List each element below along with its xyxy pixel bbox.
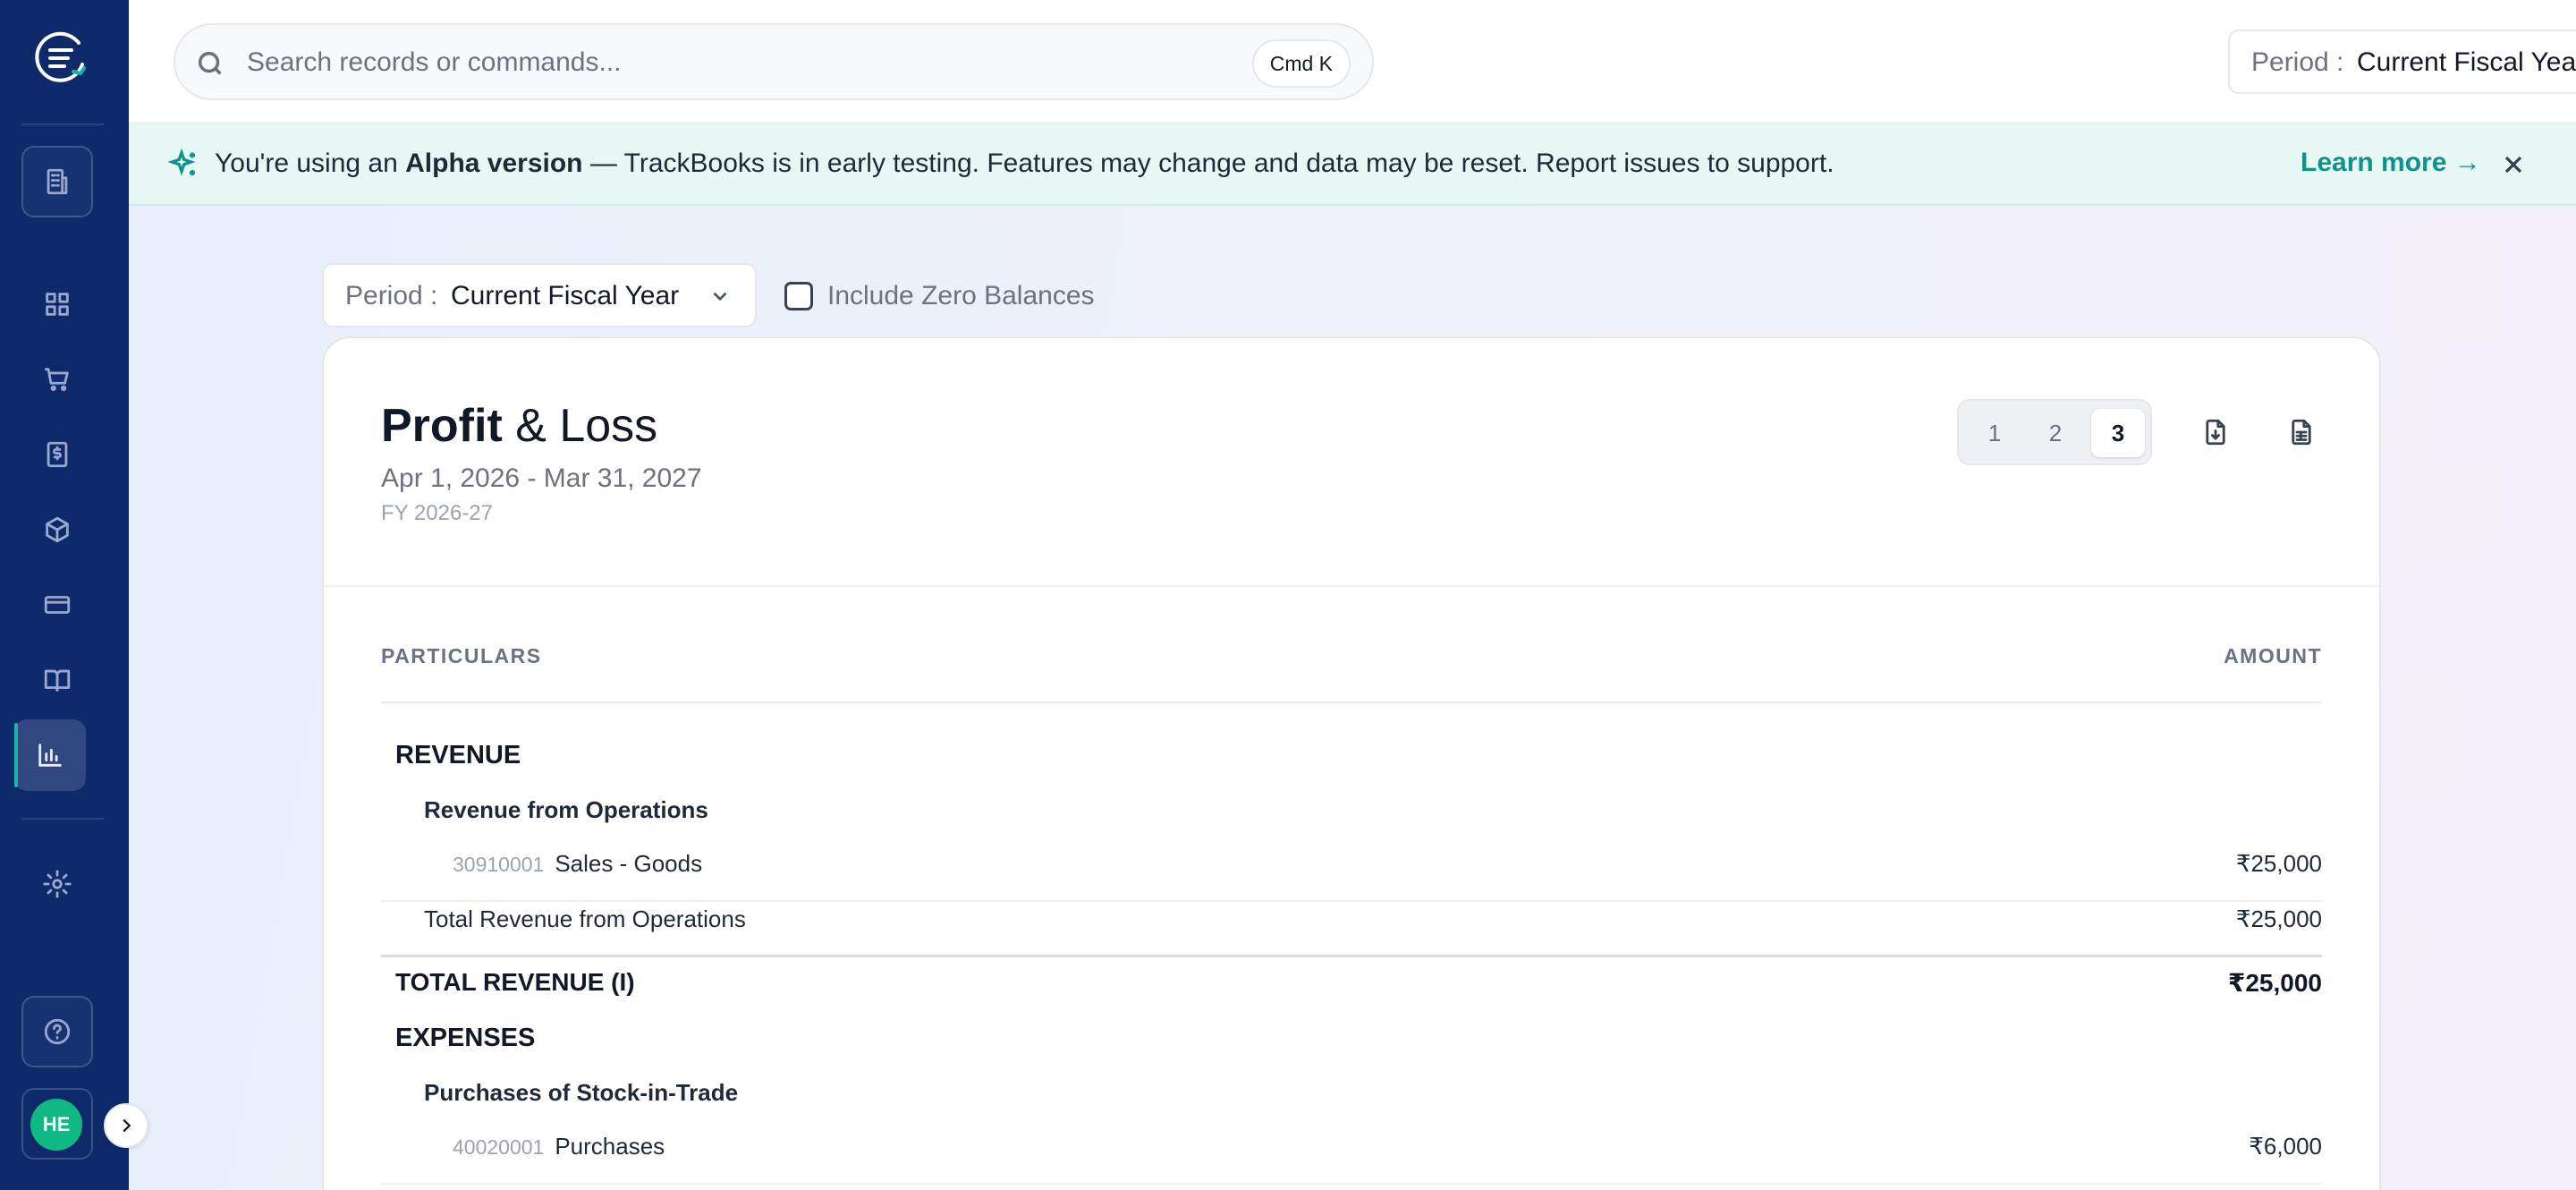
level-2-option[interactable]: 2 — [2029, 409, 2082, 457]
search-icon — [198, 51, 222, 75]
account-name: Sales - Goods — [555, 850, 703, 877]
sidebar-item-payments[interactable] — [21, 569, 93, 641]
company-switcher-button[interactable] — [21, 146, 93, 217]
box-icon — [46, 516, 69, 543]
banner-message: You're using an Alpha version — TrackBoo… — [215, 149, 1835, 178]
alpha-banner: You're using an Alpha version — TrackBoo… — [129, 123, 2576, 206]
report-date-range: Apr 1, 2026 - Mar 31, 2027 — [381, 463, 702, 493]
subtotal-label: Total Revenue from Operations — [424, 905, 746, 932]
chevron-down-icon — [713, 292, 727, 302]
subtotal-amount: ₹25,000 — [2235, 905, 2322, 932]
sidebar-item-ledger[interactable] — [21, 644, 93, 716]
sidebar-item-invoices[interactable] — [21, 419, 93, 490]
table-row[interactable]: 40020001 Purchases ₹6,000 — [381, 1133, 2322, 1185]
account-amount: ₹6,000 — [2249, 1133, 2322, 1160]
table-row[interactable]: 30910001 Sales - Goods ₹25,000 — [381, 850, 2322, 902]
sidebar-item-sales[interactable] — [21, 344, 93, 415]
sidebar-item-reports[interactable] — [14, 719, 86, 791]
cart-icon — [44, 368, 69, 392]
section-header-revenue: REVENUE — [395, 741, 521, 769]
expand-sidebar-button[interactable] — [104, 1103, 148, 1148]
period-select-global[interactable]: Period : Current Fiscal Year — [2228, 30, 2576, 94]
total-row: TOTAL REVENUE (I) ₹25,000 — [381, 968, 2322, 1004]
account-code: 30910001 — [453, 853, 545, 876]
sidebar-item-dashboard[interactable] — [21, 268, 93, 340]
command-shortcut-badge[interactable]: Cmd K — [1251, 39, 1351, 88]
group-header-revenue-operations: Revenue from Operations — [424, 796, 708, 823]
help-button[interactable] — [21, 996, 93, 1067]
sparkles-icon — [168, 149, 196, 176]
sidebar-divider — [21, 123, 104, 125]
sidebar-item-inventory[interactable] — [21, 494, 93, 565]
section-header-expenses: EXPENSES — [395, 1024, 536, 1052]
bar-chart-icon — [38, 744, 62, 767]
detail-level-selector: 1 2 3 — [1957, 399, 2152, 465]
gear-icon — [43, 870, 72, 898]
period-value: Current Fiscal Year — [2357, 47, 2576, 77]
fiscal-year-label: FY 2026-27 — [381, 501, 493, 525]
export-spreadsheet-button[interactable] — [2275, 406, 2327, 458]
file-download-icon — [2206, 419, 2225, 446]
export-pdf-button[interactable] — [2190, 406, 2241, 458]
total-label: TOTAL REVENUE (I) — [395, 968, 635, 996]
chevron-right-icon — [123, 1118, 131, 1133]
search-input[interactable]: Search records or commands... Cmd K — [174, 23, 1374, 100]
zero-balances-label: Include Zero Balances — [827, 281, 1095, 310]
column-header-particulars: PARTICULARS — [381, 644, 542, 667]
total-amount: ₹25,000 — [2227, 969, 2322, 997]
topbar: Search records or commands... Cmd K Peri… — [129, 0, 2576, 123]
sidebar-item-settings[interactable] — [21, 848, 93, 920]
table-header: PARTICULARS AMOUNT — [381, 644, 2322, 703]
search-placeholder: Search records or commands... — [247, 47, 622, 77]
learn-more-link[interactable]: Learn more → — [2301, 148, 2481, 178]
card-divider — [324, 585, 2379, 587]
sidebar: HE — [0, 0, 129, 1190]
subtotal-row: Total Revenue from Operations ₹25,000 — [381, 905, 2322, 957]
column-header-amount: AMOUNT — [2224, 644, 2322, 667]
grid-icon — [46, 293, 69, 316]
building-icon — [47, 168, 68, 195]
credit-card-icon — [44, 596, 71, 614]
level-3-option[interactable]: 3 — [2091, 409, 2145, 457]
zero-balances-checkbox[interactable] — [784, 282, 813, 310]
report-card: Profit & Loss Apr 1, 2026 - Mar 31, 2027… — [322, 336, 2381, 1190]
account-amount: ₹25,000 — [2235, 850, 2322, 877]
include-zero-balances-toggle[interactable]: Include Zero Balances — [784, 281, 1095, 311]
period-label: Period : — [345, 281, 438, 310]
main-content: Period : Current Fiscal Year Include Zer… — [129, 206, 2576, 1190]
level-1-option[interactable]: 1 — [1968, 409, 2021, 457]
avatar[interactable]: HE — [30, 1099, 82, 1151]
account-code: 40020001 — [453, 1135, 545, 1159]
help-circle-icon — [44, 1018, 71, 1045]
app-logo-icon[interactable] — [32, 29, 91, 88]
account-name: Purchases — [555, 1133, 665, 1160]
period-value: Current Fiscal Year — [451, 281, 680, 310]
close-icon[interactable] — [2499, 150, 2528, 179]
page-title: Profit & Loss — [381, 400, 658, 452]
file-spreadsheet-icon — [2292, 419, 2311, 446]
group-header-purchases: Purchases of Stock-in-Trade — [424, 1079, 739, 1106]
book-open-icon — [44, 669, 71, 692]
period-label: Period : — [2251, 47, 2344, 77]
dollar-document-icon — [47, 441, 68, 468]
period-select[interactable]: Period : Current Fiscal Year — [322, 263, 757, 327]
sidebar-divider — [21, 818, 104, 820]
